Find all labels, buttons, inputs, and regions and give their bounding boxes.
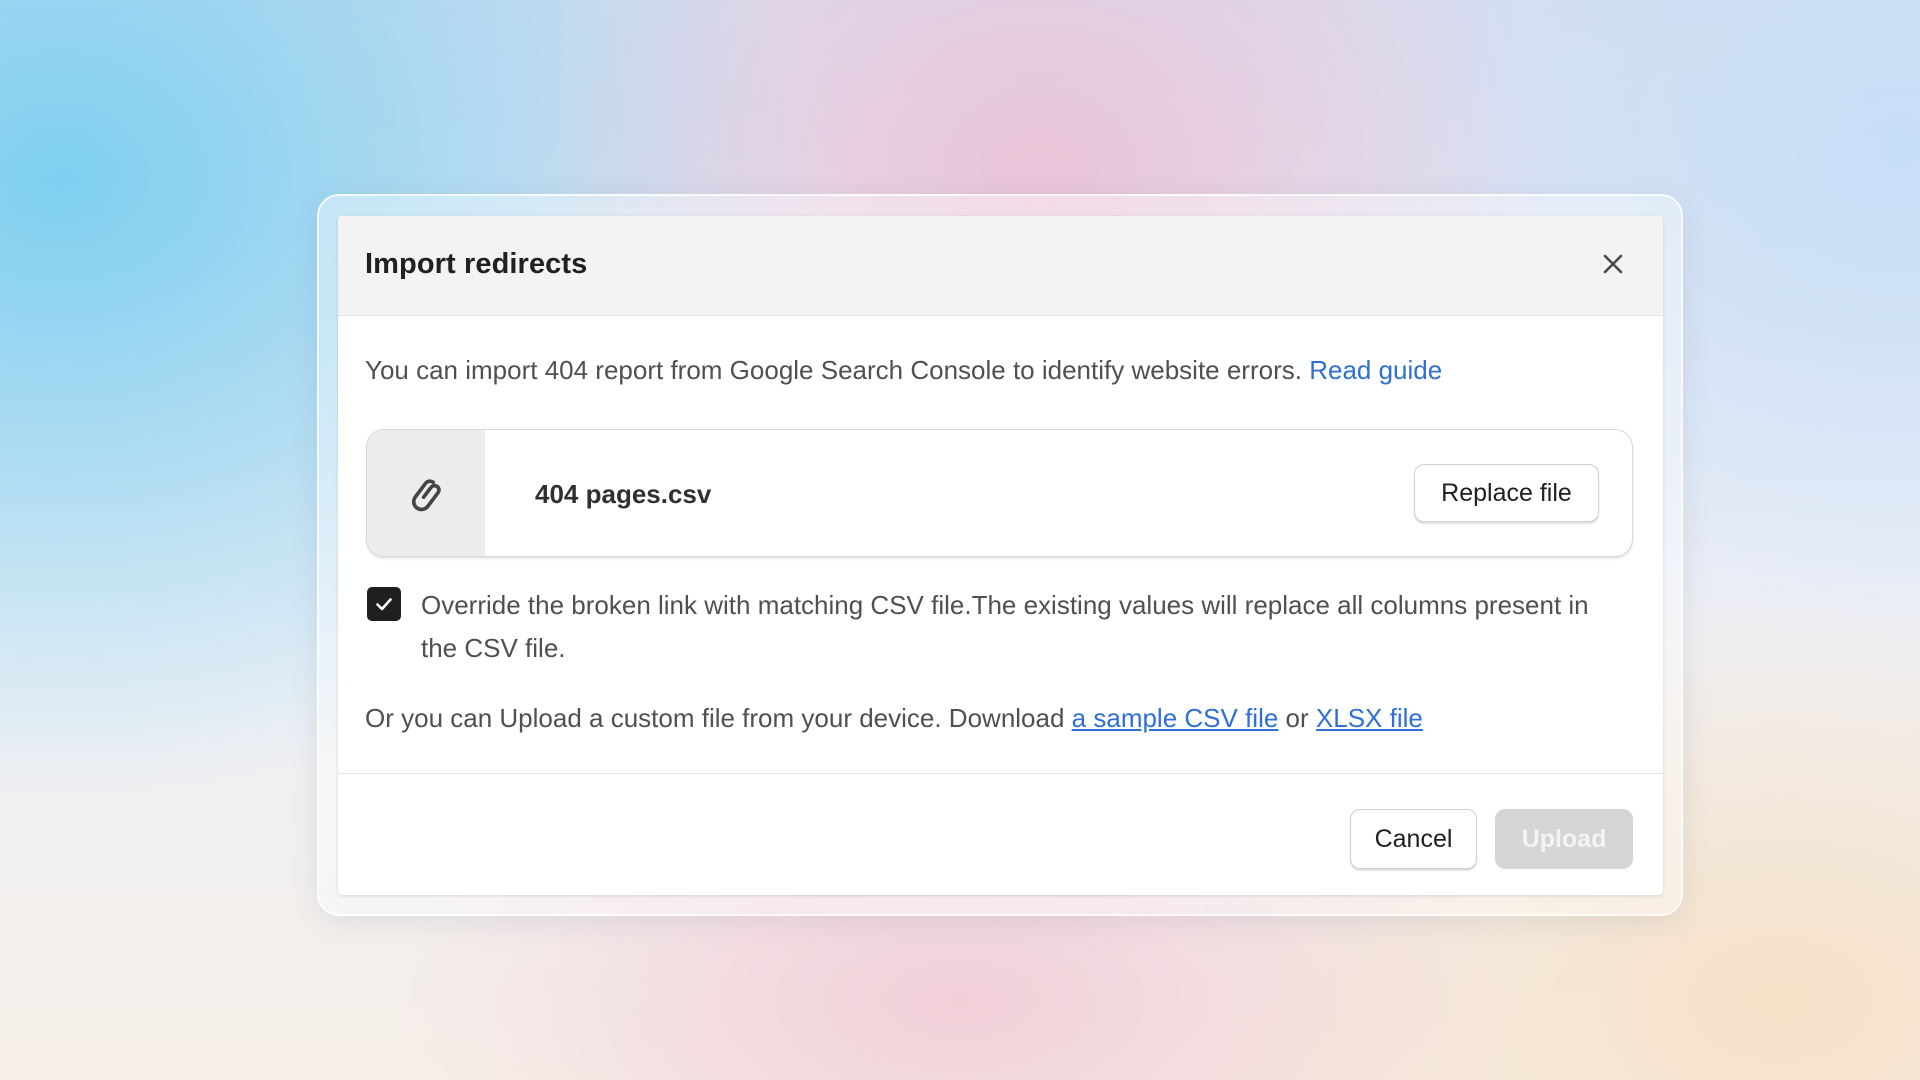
close-button[interactable] xyxy=(1595,246,1631,282)
cancel-button[interactable]: Cancel xyxy=(1350,809,1477,869)
read-guide-link[interactable]: Read guide xyxy=(1309,355,1442,385)
selected-file-card: 404 pages.csv Replace file xyxy=(366,429,1633,557)
upload-button[interactable]: Upload xyxy=(1495,809,1633,869)
paperclip-icon xyxy=(411,479,441,512)
dialog-title: Import redirects xyxy=(365,248,588,280)
close-icon xyxy=(1603,254,1623,274)
replace-file-button[interactable]: Replace file xyxy=(1414,464,1599,522)
intro-text: You can import 404 report from Google Se… xyxy=(365,355,1442,386)
dialog-header: Import redirects xyxy=(338,216,1663,316)
or-separator: or xyxy=(1278,703,1316,733)
sample-csv-link[interactable]: a sample CSV file xyxy=(1072,703,1279,733)
dialog-body: You can import 404 report from Google Se… xyxy=(338,316,1663,774)
file-name: 404 pages.csv xyxy=(535,479,712,509)
custom-upload-description: Or you can Upload a custom file from you… xyxy=(365,703,1072,733)
dialog-footer: Cancel Upload xyxy=(338,774,1663,895)
override-label: Override the broken link with matching C… xyxy=(421,590,1589,663)
import-redirects-dialog: Import redirects You can import 404 repo… xyxy=(338,216,1663,895)
custom-upload-text: Or you can Upload a custom file from you… xyxy=(365,703,1423,734)
file-thumbnail xyxy=(367,430,485,556)
intro-description: You can import 404 report from Google Se… xyxy=(365,355,1310,385)
override-checkbox[interactable] xyxy=(367,587,401,621)
checkmark-icon xyxy=(376,598,392,611)
xlsx-file-link[interactable]: XLSX file xyxy=(1316,703,1423,733)
